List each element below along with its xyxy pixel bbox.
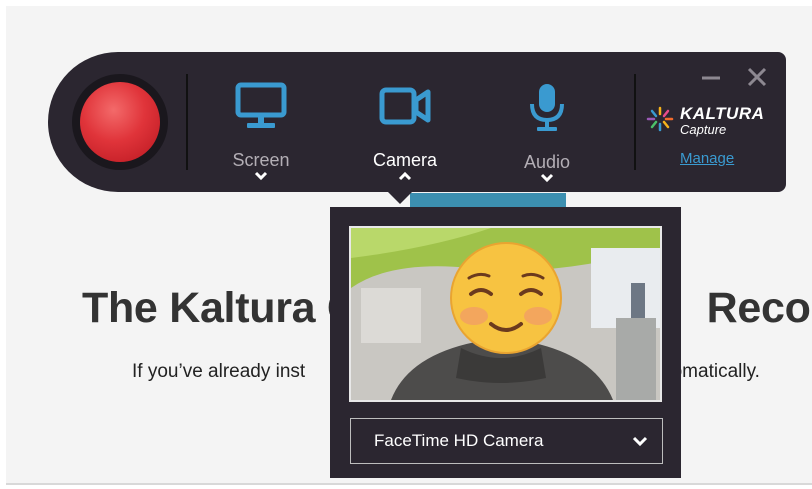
monitor-icon	[235, 82, 287, 128]
record-button[interactable]	[80, 82, 160, 162]
camera-select[interactable]: FaceTime HD Camera	[350, 418, 663, 464]
microphone-icon	[530, 84, 564, 131]
camera-select-value: FaceTime HD Camera	[374, 431, 544, 450]
burst-logo-icon	[646, 106, 674, 132]
camera-preview-image	[351, 228, 660, 400]
camera-label: Camera	[350, 150, 460, 181]
video-camera-icon	[379, 87, 431, 125]
recorder-toolbar: Screen Camera Audio KALTURA Capture Mana…	[48, 52, 786, 192]
audio-source-toggle[interactable]: Audio	[492, 82, 602, 183]
logo-subtitle: Capture	[680, 122, 727, 137]
manage-link[interactable]: Manage	[680, 150, 734, 167]
audio-label: Audio	[492, 152, 602, 183]
close-icon[interactable]	[746, 66, 768, 88]
chevron-up-icon	[398, 171, 412, 181]
toolbar-divider	[634, 74, 636, 170]
camera-popup: FaceTime HD Camera	[330, 207, 681, 478]
screen-source-toggle[interactable]: Screen	[206, 82, 316, 181]
chevron-down-icon	[632, 436, 648, 447]
chevron-down-icon	[540, 173, 554, 183]
camera-source-toggle[interactable]: Camera	[350, 82, 460, 181]
toolbar-divider	[186, 74, 188, 170]
chevron-down-icon	[254, 171, 268, 181]
camera-preview	[349, 226, 662, 402]
popup-caret	[388, 192, 412, 204]
screen-label: Screen	[206, 150, 316, 181]
minimize-icon[interactable]	[700, 66, 722, 88]
kaltura-capture-logo: KALTURA Capture	[644, 104, 776, 137]
logo-wordmark: KALTURA	[680, 104, 765, 123]
